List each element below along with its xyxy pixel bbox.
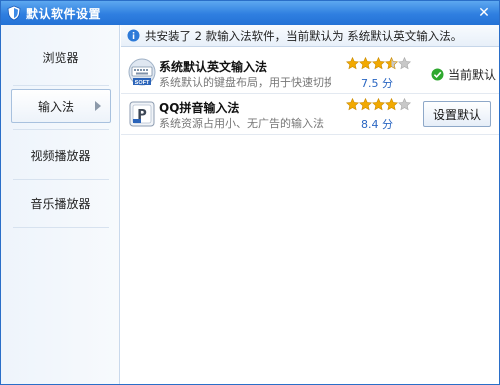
window-title: 默认软件设置 — [26, 6, 102, 21]
sidebar-item-input-method[interactable]: 输入法 — [11, 89, 111, 123]
star-empty-icon — [398, 98, 411, 111]
close-icon: ✕ — [478, 5, 490, 21]
default-software-window: 默认软件设置 ✕ 浏览器 输入法 视频播放器 音乐播放器 共安装了 2 款输入法… — [0, 0, 500, 385]
app-description: 系统资源占用小、无广告的输入法 — [159, 117, 324, 130]
info-text-before: 共安装了 — [145, 28, 191, 43]
rating-stars — [346, 57, 411, 71]
shield-icon — [7, 5, 21, 21]
star-filled-icon — [346, 98, 359, 111]
star-filled-icon — [359, 98, 372, 111]
check-circle-icon — [431, 68, 444, 81]
star-empty-icon — [398, 57, 411, 70]
chevron-right-icon — [95, 101, 101, 111]
info-bar: 共安装了 2 款输入法软件，当前默认为 系统默认英文输入法。 — [121, 25, 499, 47]
svg-text:SOFT: SOFT — [135, 80, 150, 86]
qq-pinyin-icon: P — [129, 101, 155, 127]
star-half-icon — [385, 57, 398, 70]
info-text-middle: 款输入法软件，当前默认为 — [205, 28, 344, 43]
soft-keyboard-icon: SOFT — [128, 58, 156, 86]
software-list-panel: 共安装了 2 款输入法软件，当前默认为 系统默认英文输入法。 SOFT 系统默认… — [121, 25, 499, 384]
star-filled-icon — [372, 98, 385, 111]
rating-score: 8.4 分 — [361, 118, 393, 131]
close-button[interactable]: ✕ — [476, 5, 492, 21]
sidebar-item-label: 视频播放器 — [30, 148, 91, 163]
sidebar-item-label: 输入法 — [38, 99, 75, 114]
sidebar-item-music-player[interactable]: 音乐播放器 — [1, 179, 120, 227]
current-default-status: 当前默认 — [431, 66, 496, 83]
category-sidebar: 浏览器 输入法 视频播放器 音乐播放器 — [1, 25, 120, 384]
app-row: P QQ拼音输入法 系统资源占用小、无广告的输入法 8.4 分 设置默认 — [121, 95, 499, 135]
installed-count: 2 — [194, 28, 202, 43]
current-default-name: 系统默认英文输入法。 — [347, 28, 463, 43]
app-name: QQ拼音输入法 — [159, 101, 240, 115]
title-bar: 默认软件设置 ✕ — [1, 1, 499, 25]
app-name: 系统默认英文输入法 — [159, 60, 268, 74]
star-filled-icon — [359, 57, 372, 70]
status-label: 当前默认 — [448, 68, 497, 82]
app-description: 系统默认的键盘布局，用于快速切换到输... — [159, 76, 331, 89]
sidebar-divider — [13, 227, 109, 228]
info-icon — [127, 29, 140, 42]
sidebar-item-label: 音乐播放器 — [30, 196, 91, 211]
star-filled-icon — [346, 57, 359, 70]
star-filled-icon — [372, 57, 385, 70]
sidebar-divider — [13, 85, 109, 86]
app-row: SOFT 系统默认英文输入法 系统默认的键盘布局，用于快速切换到输... 7.5… — [121, 54, 499, 94]
sidebar-item-video-player[interactable]: 视频播放器 — [1, 131, 120, 179]
sidebar-item-label: 浏览器 — [42, 50, 79, 65]
set-default-button[interactable]: 设置默认 — [423, 101, 491, 127]
star-filled-icon — [385, 98, 398, 111]
rating-score: 7.5 分 — [361, 77, 393, 90]
rating-stars — [346, 98, 411, 112]
sidebar-divider — [13, 129, 109, 130]
sidebar-item-browser[interactable]: 浏览器 — [1, 33, 120, 81]
